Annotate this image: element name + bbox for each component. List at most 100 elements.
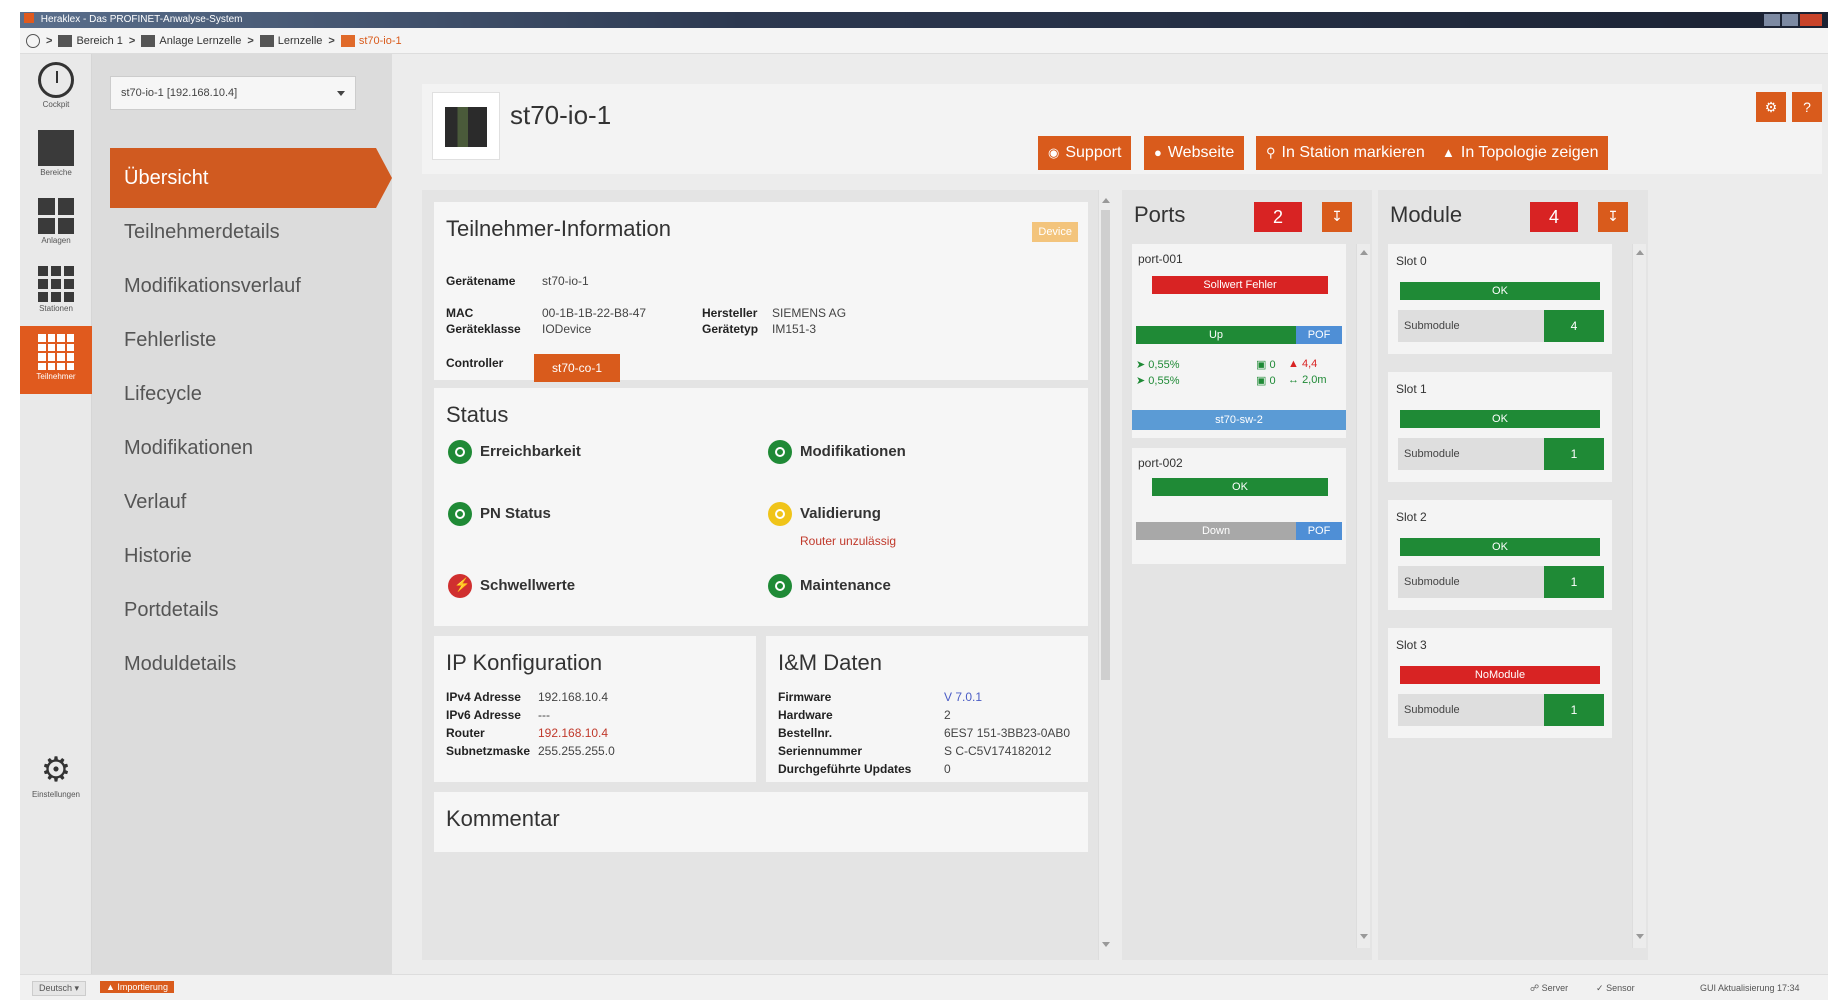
module-download-button[interactable]: ↧ [1598,202,1628,232]
rail-item-einstellungen[interactable]: ⚙ Einstellungen [20,744,92,812]
nav-item-lifecycle[interactable]: Lifecycle [110,364,356,424]
app-icon [24,13,34,23]
breadcrumb-teilnehmer[interactable]: st70-io-1 [340,34,402,47]
window-controls [1764,14,1822,26]
history-icon[interactable] [26,33,40,48]
device-select[interactable]: st70-io-1 [192.168.10.4] [110,76,356,110]
slot-card-1[interactable]: Slot 1 OK Submodule 1 [1388,372,1612,482]
validierung-message: Router unzulässig [800,534,897,548]
nav-item-portdetails[interactable]: Portdetails [110,580,356,640]
nav-item-historie[interactable]: Historie [110,526,356,586]
port-card-002[interactable]: port-002 OK Down POF [1132,448,1346,564]
minimize-button[interactable] [1764,14,1780,26]
breadcrumb-bereich[interactable]: Bereich 1 [58,34,123,47]
im-card: I&M Daten Firmware V 7.0.1 Hardware 2 Best… [766,636,1088,782]
kommentar-card: Kommentar [434,792,1088,852]
scroll-up-icon[interactable] [1636,250,1644,255]
app-window: Heraklex - Das PROFINET-Anwalyse-System … [20,12,1828,1000]
nav-item-teilnehmerdetails[interactable]: Teilnehmerdetails [110,202,356,262]
card-title: Status [446,402,509,427]
square-icon [58,34,73,47]
nav-item-moduldetails[interactable]: Moduldetails [110,634,356,694]
chevron-right-icon: > [247,34,254,47]
submodule-count: 4 [1544,310,1604,342]
bolt-icon [448,574,472,598]
port-neighbor-link[interactable]: st70-sw-2 [1132,410,1346,430]
rx-icon: ➤ [1136,359,1146,371]
status-maintenance: Maintenance [768,574,891,598]
language-select[interactable]: Deutsch ▾ [32,981,87,996]
gui-update-status: GUI Aktualisierung 17:34 [1700,983,1800,993]
tx-icon: ➤ [1136,375,1146,387]
server-icon: ☍ [1530,983,1540,993]
close-button[interactable] [1800,14,1822,26]
mark-in-station-button[interactable]: ⚲ In Station markieren [1256,136,1435,170]
scroll-thumb[interactable] [1101,210,1110,680]
rail-item-teilnehmer[interactable]: Teilnehmer [20,326,92,394]
port-err1: ▣ 0 [1256,359,1276,371]
rail-item-bereiche[interactable]: Bereiche [20,122,92,190]
port-card-001[interactable]: port-001 Sollwert Fehler Up POF ➤ 0,55% … [1132,244,1346,438]
ports-download-button[interactable]: ↧ [1322,202,1352,232]
breadcrumb-station[interactable]: Lernzelle [259,34,322,47]
webseite-button[interactable]: ● Webseite [1144,136,1245,170]
rail-item-cockpit[interactable]: Cockpit [20,54,92,122]
submodule-count: 1 [1544,694,1604,726]
ports-count-badge: 2 [1254,202,1302,232]
card-title: Teilnehmer-Information [446,216,671,241]
port-err2: ▣ 0 [1256,375,1276,387]
load-chart-icon: ▲ [1288,358,1299,370]
slot-card-2[interactable]: Slot 2 OK Submodule 1 [1388,500,1612,610]
sensor-status: ✓ Sensor [1596,983,1635,993]
scroll-up-icon[interactable] [1102,198,1110,203]
module-scrollbar[interactable] [1632,244,1646,948]
port-link-bar: Up [1136,326,1296,344]
scroll-up-icon[interactable] [1360,250,1368,255]
port-load: ▲ 4,4 [1288,358,1318,370]
warning-icon [768,502,792,526]
grid9-icon [38,266,74,302]
chevron-down-icon [337,91,345,96]
rail-item-stationen[interactable]: Stationen [20,258,92,326]
gear-icon: ⚙ [40,751,72,789]
show-topology-button[interactable]: ▲ In Topologie zeigen [1432,136,1609,170]
maximize-button[interactable] [1782,14,1798,26]
pin-icon: ⚲ [1266,145,1276,160]
window-title: Heraklex - Das PROFINET-Anwalyse-System [40,14,243,25]
scroll-down-icon[interactable] [1102,942,1110,947]
port-medium-bar: POF [1296,522,1342,540]
nav-item-modifikationsverlauf[interactable]: Modifikationsverlauf [110,256,356,316]
grid16-icon [340,34,355,47]
slot-card-3[interactable]: Slot 3 NoModule Submodule 1 [1388,628,1612,738]
status-card: Status Erreichbarkeit Modifikationen PN … [434,388,1088,626]
scroll-down-icon[interactable] [1360,934,1368,939]
grid4-icon [38,198,74,234]
error-counter-icon: ▣ [1256,359,1267,371]
gear-button[interactable]: ⚙ [1756,92,1786,122]
card-title: I&M Daten [778,650,882,675]
submodule-row: Submodule 1 [1398,438,1604,470]
slot-card-0[interactable]: Slot 0 OK Submodule 4 [1388,244,1612,354]
slot-status-bar: NoModule [1400,666,1600,684]
overview-scrollbar[interactable] [1098,190,1112,960]
breadcrumb-anlage[interactable]: Anlage Lernzelle [141,34,241,47]
help-button[interactable]: ? [1792,92,1822,122]
nav-item-fehlerliste[interactable]: Fehlerliste [110,310,356,370]
rail-item-anlagen[interactable]: Anlagen [20,190,92,258]
scroll-down-icon[interactable] [1636,934,1644,939]
nav-item-modifikationen[interactable]: Modifikationen [110,418,356,478]
controller-link-button[interactable]: st70-co-1 [534,354,620,382]
check-icon: ✓ [1596,983,1604,993]
nav-item-uebersicht[interactable]: Übersicht [110,148,392,208]
ports-scrollbar[interactable] [1356,244,1370,948]
support-button[interactable]: ◉ Support [1038,136,1132,170]
sidebar-nav: st70-io-1 [192.168.10.4] Übersicht Teiln… [92,54,392,974]
device-header: st70-io-1 ⚙ ? ◉ Support ● Webseite ⚲ In Sta… [422,84,1822,174]
submodule-count: 1 [1544,438,1604,470]
nav-item-verlauf[interactable]: Verlauf [110,472,356,532]
ip-card: IP Konfiguration IPv4 Adresse 192.168.10.… [434,636,756,782]
status-modifikationen: Modifikationen [768,440,906,464]
warning-badge[interactable]: ▲ Importierung [100,981,174,993]
topology-icon: ▲ [1442,145,1455,160]
port-length: ↔ 2,0m [1288,374,1327,386]
